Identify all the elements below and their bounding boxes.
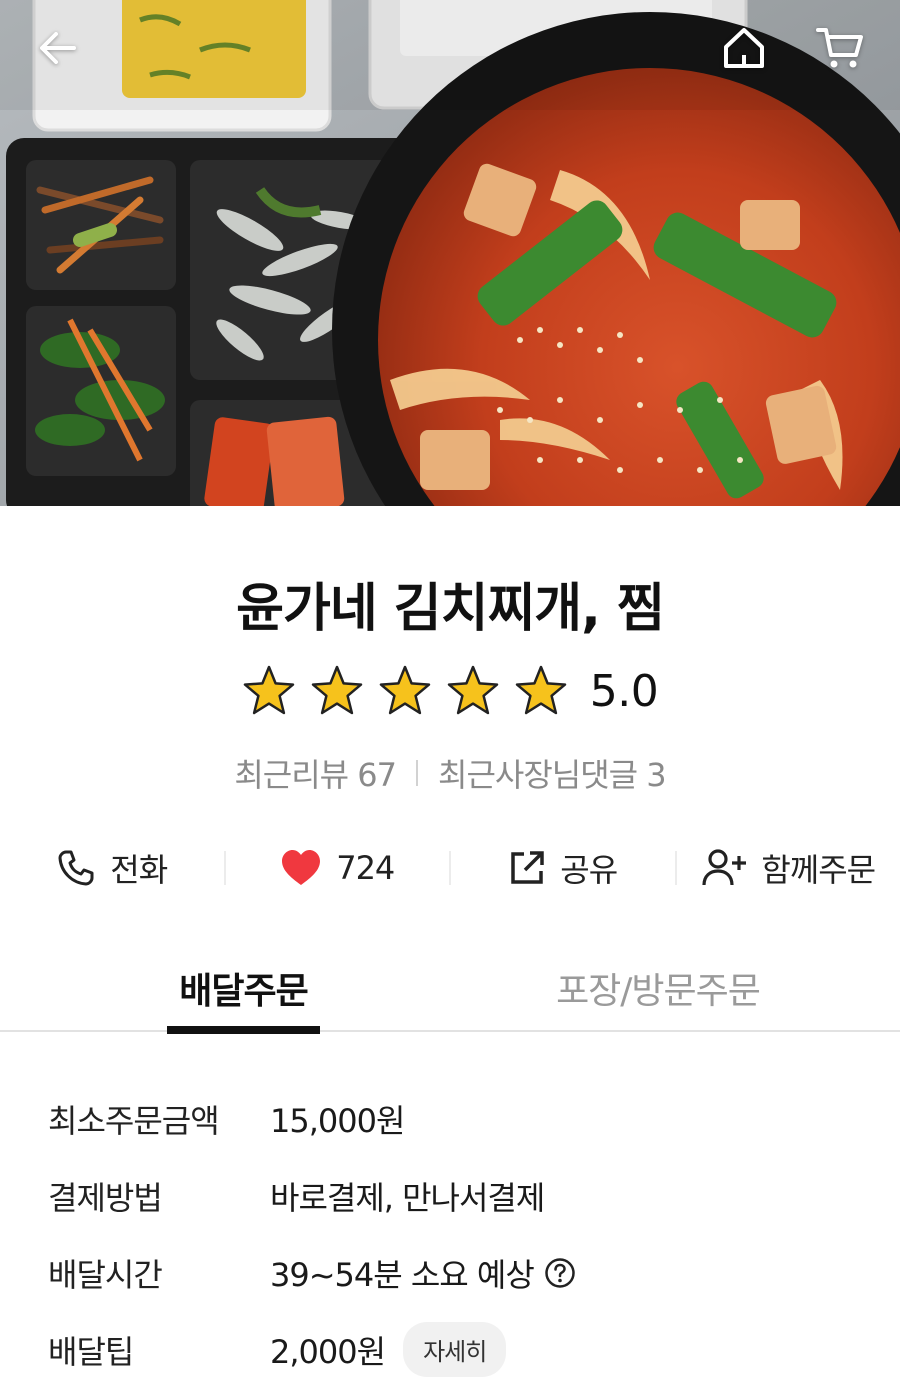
question-circle-icon[interactable] — [544, 1257, 576, 1289]
delivery-tip-value-wrap: 2,000원 자세히 — [270, 1322, 507, 1377]
call-label: 전화 — [110, 851, 168, 889]
star-icon — [311, 665, 362, 715]
star-icon — [447, 665, 498, 715]
tab-pickup-order[interactable]: 포장/방문주문 — [540, 950, 776, 1032]
star-icon — [379, 665, 430, 715]
cart-button[interactable] — [810, 18, 870, 78]
share-label: 공유 — [560, 851, 618, 889]
arrow-left-icon — [40, 32, 76, 64]
recent-reviews-link[interactable]: 최근리뷰 67 — [234, 750, 397, 796]
group-order-label: 함께주문 — [761, 851, 876, 889]
heart-icon — [282, 850, 321, 885]
star-icon — [515, 665, 566, 715]
delivery-info: 최소주문금액 15,000원 결제방법 바로결제, 만나서결제 배달시간 39~… — [48, 1080, 868, 1388]
rating-value: 5.0 — [589, 665, 659, 717]
delivery-time-label: 배달시간 — [48, 1255, 163, 1294]
home-icon — [724, 28, 764, 68]
delivery-tip-value: 2,000원 — [270, 1332, 386, 1371]
store-hero-photo — [0, 0, 900, 506]
delivery-time-row: 배달시간 39~54분 소요 예상 — [48, 1234, 868, 1311]
divider — [416, 760, 419, 786]
cart-icon — [816, 28, 863, 68]
payment-row: 결제방법 바로결제, 만나서결제 — [48, 1157, 868, 1234]
owner-replies-link[interactable]: 최근사장님댓글 3 — [438, 750, 667, 796]
like-button[interactable]: 724 — [226, 848, 450, 888]
payment-value: 바로결제, 만나서결제 — [270, 1178, 545, 1217]
store-rating[interactable]: 5.0 — [0, 664, 900, 718]
review-summary: 최근리뷰 67 최근사장님댓글 3 — [0, 750, 900, 796]
phone-icon — [58, 850, 94, 886]
payment-label: 결제방법 — [48, 1178, 163, 1217]
delivery-time-value-wrap: 39~54분 소요 예상 — [270, 1250, 576, 1296]
call-button[interactable]: 전화 — [0, 845, 224, 891]
store-name: 윤가네 김치찌개, 찜 — [236, 579, 665, 639]
back-button[interactable] — [28, 18, 88, 78]
delivery-time-value: 39~54분 소요 예상 — [270, 1255, 535, 1294]
like-count: 724 — [336, 849, 395, 887]
add-user-icon — [702, 849, 747, 886]
tab-delivery-order[interactable]: 배달주문 — [167, 950, 320, 1034]
star-icon — [243, 665, 294, 715]
order-type-tabs: 배달주문 포장/방문주문 — [0, 950, 900, 1034]
min-order-label: 최소주문금액 — [48, 1101, 220, 1140]
min-order-row: 최소주문금액 15,000원 — [48, 1080, 868, 1157]
share-button[interactable]: 공유 — [451, 845, 675, 891]
home-button[interactable] — [714, 18, 774, 78]
rating-stars — [242, 664, 568, 718]
min-order-value: 15,000원 — [270, 1101, 405, 1140]
share-icon — [511, 851, 545, 884]
delivery-tip-label: 배달팁 — [48, 1332, 134, 1371]
delivery-tip-row: 배달팁 2,000원 자세히 — [48, 1311, 868, 1388]
delivery-tip-detail-button[interactable]: 자세히 — [403, 1322, 507, 1377]
store-actions: 전화 724 공유 함께주문 — [0, 832, 900, 904]
group-order-button[interactable]: 함께주문 — [677, 845, 900, 891]
